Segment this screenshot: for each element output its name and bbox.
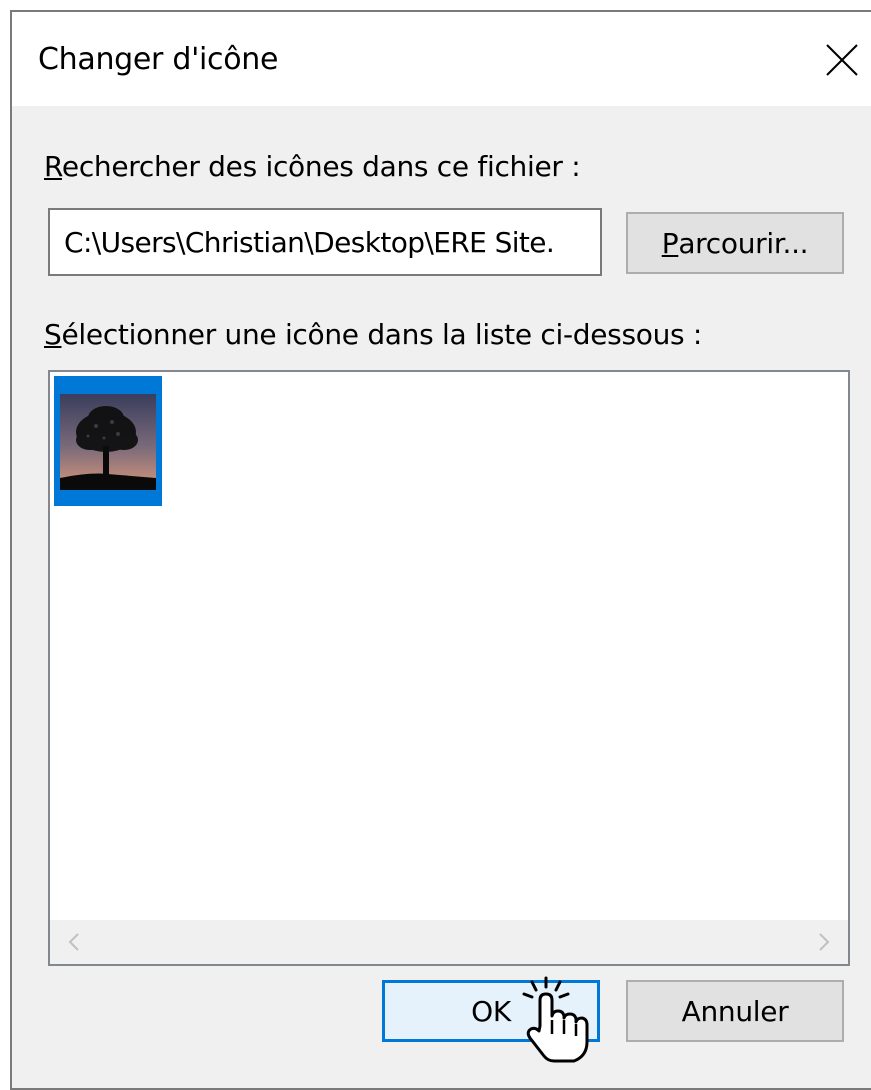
- change-icon-dialog: Changer d'icône Rechercher des icônes da…: [10, 10, 871, 1090]
- scroll-right-button[interactable]: [804, 920, 844, 964]
- chevron-left-icon: [68, 933, 79, 951]
- search-label-mnemonic: R: [44, 150, 62, 183]
- chevron-right-icon: [819, 933, 830, 951]
- browse-mnemonic: P: [661, 226, 679, 260]
- icon-list[interactable]: [48, 370, 850, 966]
- browse-label: arcourir...: [678, 226, 809, 260]
- dialog-title: Changer d'icône: [38, 42, 279, 77]
- horizontal-scrollbar[interactable]: [50, 920, 848, 964]
- search-files-label: Rechercher des icônes dans ce fichier :: [44, 150, 581, 183]
- icon-list-item-selected[interactable]: [54, 376, 162, 506]
- search-label-text: echercher des icônes dans ce fichier :: [61, 150, 581, 183]
- file-path-input[interactable]: [48, 208, 602, 276]
- cancel-button[interactable]: Annuler: [626, 980, 844, 1042]
- select-label-text: électionner une icône dans la liste ci-d…: [61, 318, 703, 351]
- tree-silhouette-icon: [60, 394, 156, 490]
- close-button[interactable]: [812, 30, 871, 90]
- title-bar: Changer d'icône: [12, 12, 871, 106]
- select-label-mnemonic: S: [44, 318, 62, 351]
- browse-button[interactable]: Parcourir...: [626, 212, 844, 274]
- select-icon-label: Sélectionner une icône dans la liste ci-…: [44, 318, 702, 351]
- close-icon: [826, 44, 858, 76]
- ok-button[interactable]: OK: [382, 980, 600, 1042]
- scroll-left-button[interactable]: [54, 920, 94, 964]
